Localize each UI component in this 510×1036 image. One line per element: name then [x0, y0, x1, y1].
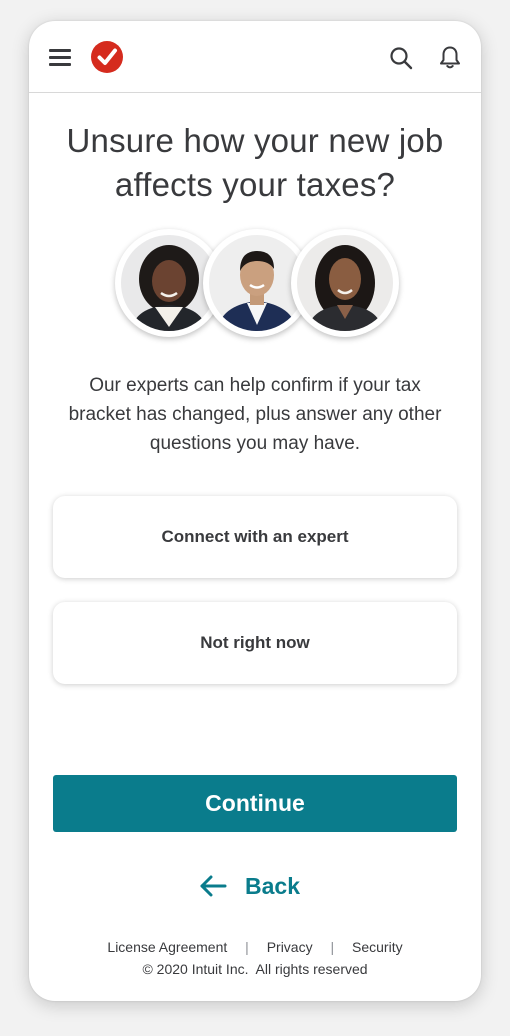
footer-links: License Agreement | Privacy | Security: [29, 939, 481, 955]
not-right-now-label: Not right now: [200, 633, 310, 652]
security-link[interactable]: Security: [352, 939, 403, 955]
continue-label: Continue: [205, 790, 305, 816]
back-label: Back: [245, 872, 300, 899]
footer-separator: |: [245, 939, 249, 955]
not-right-now-button[interactable]: Not right now: [53, 602, 457, 684]
bell-icon[interactable]: [439, 45, 461, 69]
copyright-text: © 2020 Intuit Inc. All rights reserved: [142, 961, 368, 977]
top-navigation-bar: [29, 21, 481, 93]
license-agreement-link[interactable]: License Agreement: [107, 939, 227, 955]
expert-avatars: [115, 229, 399, 337]
checkmark-logo-icon[interactable]: [91, 41, 123, 73]
page-title: Unsure how your new job affects your tax…: [49, 119, 461, 207]
page-title-line-2: affects your taxes?: [114, 166, 396, 203]
arrow-left-icon: [200, 875, 227, 897]
continue-button[interactable]: Continue: [53, 775, 457, 832]
description-line-3: questions you may have.: [149, 433, 361, 454]
hamburger-menu-icon[interactable]: [49, 49, 71, 67]
connect-with-expert-label: Connect with an expert: [161, 527, 349, 546]
privacy-link[interactable]: Privacy: [267, 939, 313, 955]
connect-with-expert-button[interactable]: Connect with an expert: [53, 496, 457, 578]
description-line-1: Our experts can help confirm if your tax: [89, 375, 421, 396]
search-icon[interactable]: [389, 46, 413, 70]
description: Our experts can help confirm if your tax…: [55, 371, 455, 458]
expert-avatar: [291, 229, 399, 337]
back-button[interactable]: Back: [199, 869, 309, 903]
page-title-line-1: Unsure how your new job: [66, 122, 444, 159]
description-line-2: bracket has changed, plus answer any oth…: [68, 404, 442, 425]
phone-frame: Unsure how your new job affects your tax…: [29, 21, 481, 1001]
footer-separator: |: [330, 939, 335, 955]
